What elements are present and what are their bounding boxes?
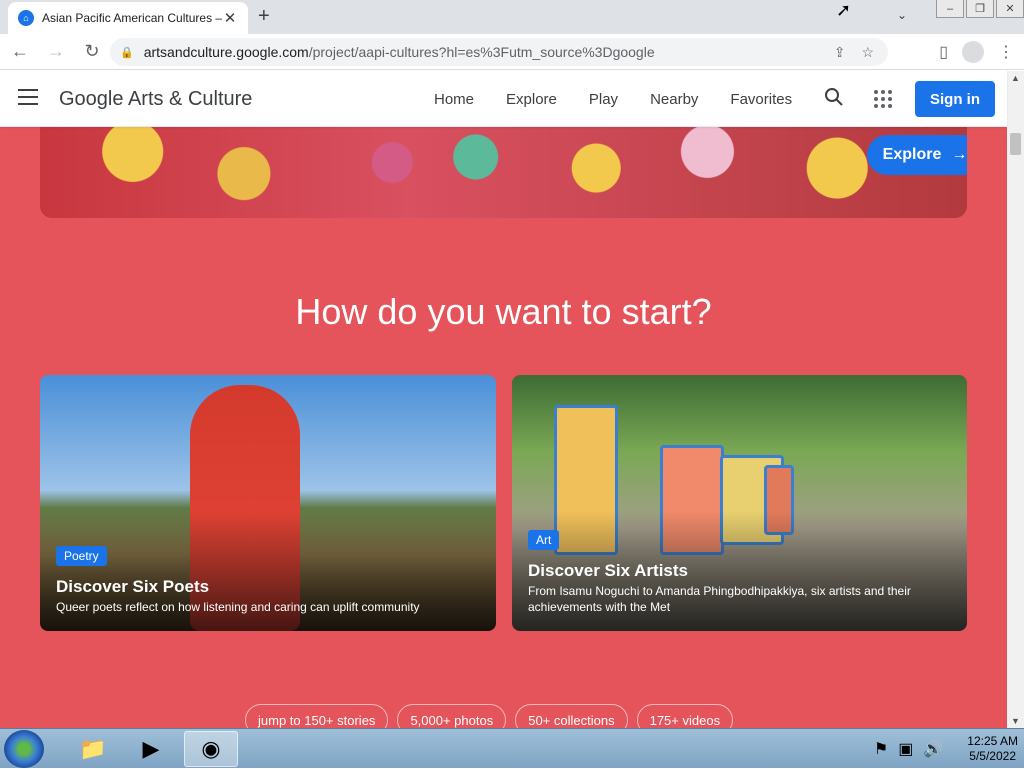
- search-icon[interactable]: [824, 87, 844, 107]
- pill-collections[interactable]: 50+ collections: [515, 704, 628, 728]
- browser-menu-icon[interactable]: ⋮: [998, 42, 1014, 62]
- page-scrollbar[interactable]: ▲ ▼: [1007, 71, 1024, 728]
- nav-nearby[interactable]: Nearby: [650, 91, 698, 108]
- clock-date: 5/5/2022: [969, 749, 1016, 763]
- section-heading: How do you want to start?: [295, 291, 712, 332]
- nav-play[interactable]: Play: [589, 91, 618, 108]
- clock-time: 12:25 AM: [967, 734, 1018, 748]
- profile-avatar[interactable]: [962, 41, 984, 63]
- back-arrow-icon[interactable]: ←: [4, 36, 36, 68]
- mouse-cursor-icon: ➚: [836, 0, 852, 20]
- windows-taskbar: 📁 ▶ ◉ ⚑ ▣ 🔊 12:25 AM 5/5/2022: [0, 728, 1024, 768]
- card-desc-artists: From Isamu Noguchi to Amanda Phingbodhip…: [528, 584, 911, 614]
- lock-icon: 🔒: [120, 46, 134, 59]
- file-explorer-icon[interactable]: 📁: [66, 731, 120, 767]
- explore-button[interactable]: Explore →: [867, 135, 967, 175]
- site-header: Google Arts & Culture Home Explore Play …: [0, 71, 1007, 127]
- pill-photos[interactable]: 5,000+ photos: [397, 704, 507, 728]
- tab-strip: ⌂ Asian Pacific American Cultures – ✕ + …: [0, 0, 1024, 34]
- new-tab-icon[interactable]: +: [258, 5, 270, 28]
- url-path: /project/aapi-cultures?hl=es%3Futm_sourc…: [308, 44, 655, 60]
- art-tag: Art: [528, 530, 560, 550]
- artists-card[interactable]: Art Discover Six Artists From Isamu Nogu…: [512, 375, 967, 631]
- restore-icon[interactable]: ❐: [966, 0, 994, 18]
- tab-title: Asian Pacific American Cultures –: [42, 11, 222, 25]
- scrollbar-thumb[interactable]: [1010, 133, 1021, 155]
- hero-banner-image: Explore →: [40, 127, 967, 218]
- network-icon[interactable]: ▣: [898, 739, 913, 759]
- stats-pills: jump to 150+ stories 5,000+ photos 50+ c…: [245, 704, 734, 728]
- card-title-artists: Discover Six Artists: [528, 561, 688, 580]
- hamburger-menu-icon[interactable]: [18, 89, 38, 105]
- nav-favorites[interactable]: Favorites: [730, 91, 792, 108]
- url-host: artsandculture.google.com: [143, 44, 309, 60]
- media-player-icon[interactable]: ▶: [124, 731, 178, 767]
- main-content: Explore → How do you want to start? Poet…: [0, 127, 1007, 728]
- main-nav: Home Explore Play Nearby Favorites: [434, 71, 792, 127]
- nav-home[interactable]: Home: [434, 91, 474, 108]
- bookmark-star-icon[interactable]: ☆: [861, 44, 874, 61]
- scroll-down-arrow-icon[interactable]: ▼: [1011, 716, 1020, 726]
- tab-search-chevron-down-icon[interactable]: ⌄: [897, 8, 907, 22]
- address-bar[interactable]: 🔒 artsandculture.google.com /project/aap…: [110, 38, 888, 66]
- nav-explore[interactable]: Explore: [506, 91, 557, 108]
- forward-arrow-icon[interactable]: →: [40, 36, 72, 68]
- volume-icon[interactable]: 🔊: [923, 739, 943, 759]
- card-title-poets: Discover Six Poets: [56, 577, 210, 596]
- pill-videos[interactable]: 175+ videos: [636, 704, 734, 728]
- side-panel-icon[interactable]: ▯: [939, 42, 948, 62]
- action-center-flag-icon[interactable]: ⚑: [874, 739, 888, 759]
- google-apps-grid-icon[interactable]: [874, 90, 892, 108]
- system-tray: ⚑ ▣ 🔊 12:25 AM 5/5/2022: [874, 729, 1018, 769]
- reload-icon[interactable]: ↻: [76, 36, 108, 68]
- explore-label: Explore: [882, 146, 942, 163]
- close-tab-icon[interactable]: ✕: [222, 9, 238, 27]
- window-controls: – ❐ ✕: [934, 0, 1024, 18]
- share-icon[interactable]: ⇪: [834, 44, 846, 61]
- sign-in-button[interactable]: Sign in: [915, 81, 995, 117]
- close-window-icon[interactable]: ✕: [996, 0, 1024, 18]
- scroll-up-arrow-icon[interactable]: ▲: [1011, 73, 1020, 83]
- poets-card[interactable]: Poetry Discover Six Poets Queer poets re…: [40, 375, 496, 631]
- card-desc-poets: Queer poets reflect on how listening and…: [56, 600, 420, 614]
- poetry-tag: Poetry: [56, 546, 107, 566]
- minimize-icon[interactable]: –: [936, 0, 964, 18]
- taskbar-clock[interactable]: 12:25 AM 5/5/2022: [967, 734, 1018, 764]
- chrome-icon[interactable]: ◉: [184, 731, 238, 767]
- browser-toolbar: ← → ↻ 🔒 artsandculture.google.com /proje…: [0, 34, 1024, 70]
- site-logo[interactable]: Google Arts & Culture: [59, 88, 252, 111]
- windows-start-icon[interactable]: [4, 730, 44, 768]
- pill-stories[interactable]: jump to 150+ stories: [245, 704, 389, 728]
- browser-tab[interactable]: ⌂ Asian Pacific American Cultures – ✕: [8, 2, 248, 34]
- arts-culture-favicon-icon: ⌂: [18, 10, 34, 26]
- arrow-right-icon: →: [951, 146, 967, 163]
